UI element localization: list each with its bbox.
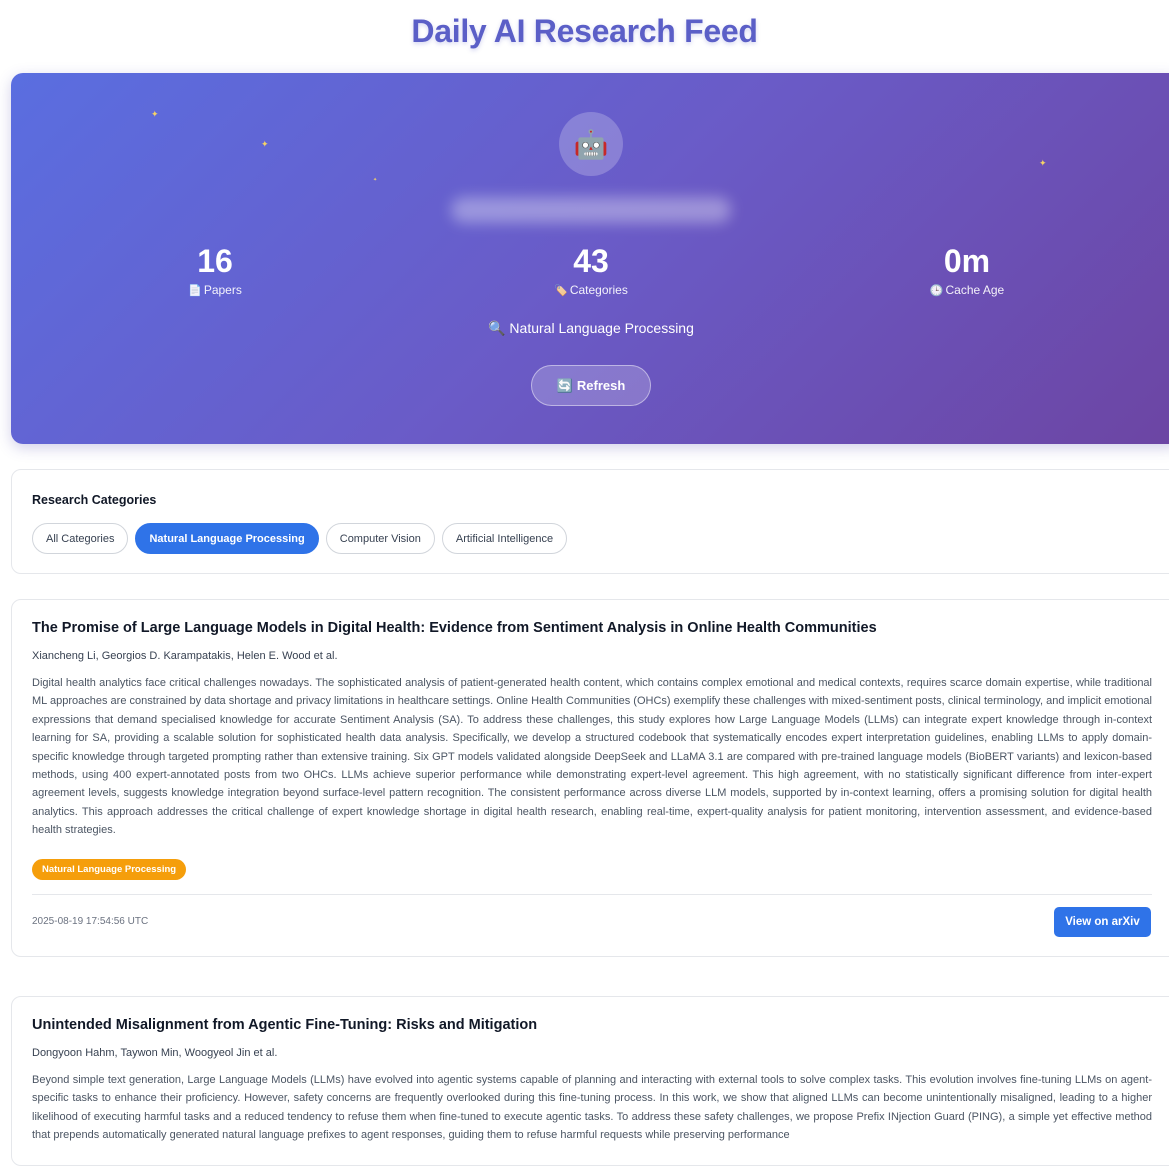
stat-label: Categories [569, 283, 628, 297]
divider [32, 894, 1152, 895]
refresh-label: Refresh [576, 378, 626, 393]
paper-authors: Dongyoon Hahm, Taywon Min, Woogyeol Jin … [32, 1047, 278, 1059]
stat-label-row: 🕒 Cache Age [867, 283, 1067, 297]
category-chip-nlp[interactable]: Natural Language Processing [135, 523, 319, 554]
paper-title[interactable]: The Promise of Large Language Models in … [32, 620, 877, 636]
paper-timestamp: 2025-08-19 17:54:56 UTC [32, 916, 149, 927]
stat-label-row: 🏷️ Categories [491, 283, 691, 297]
search-icon: 🔍 [488, 320, 506, 336]
category-chip-ai[interactable]: Artificial Intelligence [441, 523, 568, 554]
paper-card: Unintended Misalignment from Agentic Fin… [11, 996, 1169, 1166]
document-icon: 📄 [188, 285, 202, 297]
paper-card: The Promise of Large Language Models in … [11, 599, 1169, 957]
stat-categories: 43 🏷️ Categories [491, 241, 691, 297]
stat-value: 16 [197, 243, 233, 279]
paper-abstract: Beyond simple text generation, Large Lan… [32, 1074, 1152, 1142]
clock-icon: 🕒 [929, 285, 944, 297]
paper-title[interactable]: Unintended Misalignment from Agentic Fin… [32, 1017, 537, 1033]
stat-value: 43 [573, 243, 609, 279]
sparkle-icon: ✦ [1039, 158, 1047, 168]
sparkle-icon: ✦ [373, 177, 378, 183]
stat-value: 0m [943, 243, 991, 279]
categories-title: Research Categories [32, 493, 157, 507]
robot-icon: 🤖 [559, 112, 623, 176]
paper-authors: Xiancheng Li, Georgios D. Karampatakis, … [32, 650, 338, 662]
stat-label: Cache Age [945, 283, 1005, 297]
refresh-icon: 🔄 [556, 377, 573, 393]
research-categories-card: Research Categories All Categories Natur… [11, 469, 1169, 574]
category-chips: All Categories Natural Language Processi… [32, 523, 568, 554]
hero-banner: ✦ ✦ ✦ ✦ 🤖 16 📄 Papers 43 🏷️ Categories 0m … [11, 73, 1169, 444]
stat-label-row: 📄 Papers [115, 283, 315, 297]
category-chip-cv[interactable]: Computer Vision [325, 523, 435, 554]
stat-cache-age: 0m 🕒 Cache Age [867, 241, 1067, 297]
stat-label: Papers [203, 283, 242, 297]
category-chip-all[interactable]: All Categories [32, 523, 129, 554]
blurred-username [451, 197, 731, 223]
tag-icon: 🏷️ [554, 285, 568, 297]
sparkle-icon: ✦ [261, 139, 269, 149]
sparkle-icon: ✦ [151, 109, 159, 119]
category-tag: Natural Language Processing [32, 859, 187, 880]
current-category: 🔍 Natural Language Processing [11, 320, 1169, 337]
refresh-button[interactable]: 🔄 Refresh [531, 365, 651, 406]
paper-abstract: Digital health analytics face critical c… [32, 677, 1152, 837]
page-title: Daily AI Research Feed [411, 13, 758, 49]
view-arxiv-button[interactable]: View on arXiv [1054, 907, 1151, 937]
current-category-label: Natural Language Processing [509, 320, 694, 336]
stat-papers: 16 📄 Papers [115, 241, 315, 297]
